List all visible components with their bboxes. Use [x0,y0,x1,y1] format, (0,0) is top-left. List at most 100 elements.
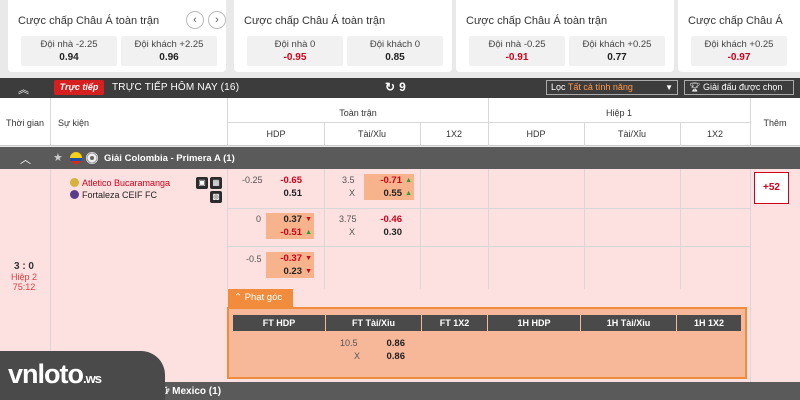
divider [227,208,750,209]
divider [420,122,421,146]
selected-leagues-button[interactable]: 🏆︎ Giải đấu được chọn [684,80,794,95]
card-title: Cược chấp Châu Á [688,15,783,27]
league-logo-icon [86,152,98,164]
home-odds-button[interactable]: Đội nhà 0 -0.95 [247,36,343,66]
odds-value: 0.37 [283,214,303,225]
odds-value: -0.46 [380,214,402,225]
divider [227,122,750,123]
corners-panel: FT HDP FT Tài/Xỉu FT 1X2 1H HDP 1H Tài/X… [227,307,747,379]
hdp-away-odds[interactable]: 0.51 [266,187,314,200]
live-header-bar: ︽ Trực tiếp TRỰC TIẾP HÔM NAY (16) ↻ 9 Lọ… [0,78,800,98]
home-odds-button[interactable]: Đội nhà -2.25 0.94 [21,36,117,66]
ou-under-odds[interactable]: 0.30 [366,226,414,239]
odds-card[interactable]: Cược chấp Châu Á toàn trận Đội nhà -0.25… [456,0,674,72]
odds-label: Đội khách +0.25 [704,39,774,50]
odds-card[interactable]: Cược chấp Châu Á toàn trận Đội nhà 0 -0.… [234,0,452,72]
divider [50,98,51,146]
away-team[interactable]: Fortaleza CEIF FC [70,190,157,200]
home-team[interactable]: Atletico Bucaramanga [70,178,170,188]
hdp-home-odds[interactable]: -0.37 ▼ [266,252,314,265]
odds-value: -0.65 [280,175,302,186]
next-arrow-icon[interactable]: › [208,11,226,29]
odds-value: 0.23 [283,266,303,277]
odds-value: 0.55 [383,188,403,199]
filter-dropdown[interactable]: Lọc Tất cả tính năng ▼ [546,80,678,95]
more-markets-button[interactable]: +52 [754,172,789,204]
home-odds-button[interactable]: Đội khách +0.25 -0.97 [691,36,787,66]
odds-value: 0.77 [607,52,627,63]
chevron-up-icon[interactable]: ︿ [20,151,31,167]
match-status: 3 : 0 Hiệp 2 75:12 [0,261,48,292]
odds-value: -0.37 [280,253,302,264]
odds-card[interactable]: Cược chấp Châu Á Đội khách +0.25 -0.97 [678,0,800,72]
live-stream-icon[interactable]: ▣ [196,177,208,189]
header-more: Thêm [763,118,787,128]
watermark-logo: vnloto.ws [0,351,165,400]
corners-tab[interactable]: ⌃ Phạt góc [228,289,293,307]
home-team-name: Atletico Bucaramanga [82,178,171,188]
ou-over-odds[interactable]: -0.46 [366,213,414,226]
colombia-flag-icon [70,152,82,164]
corner-ou-line: 10.5 [340,338,358,348]
odds-value: -0.91 [505,52,529,63]
away-team-name: Fortaleza CEIF FC [82,190,158,200]
collapse-up-icon[interactable]: ︽ [18,81,29,97]
arrow-up-icon: ▲ [305,229,312,236]
away-odds-button[interactable]: Đội khách 0 0.85 [347,36,443,66]
favorite-star-icon[interactable]: ★ [53,151,63,164]
hdp-away-odds[interactable]: -0.51 ▲ [266,226,314,239]
away-odds-button[interactable]: Đội khách +0.25 0.77 [569,36,665,66]
hdp-line: 0 [256,214,262,224]
hdp-away-odds[interactable]: 0.23 ▼ [266,265,314,278]
hdp-home-odds[interactable]: 0.37 ▼ [266,213,314,226]
refresh-count: 9 [399,80,406,94]
corner-ou-x-label: X [354,351,361,361]
card-title: Cược chấp Châu Á toàn trận [18,15,160,27]
odds-card[interactable]: Cược chấp Châu Á toàn trận ‹ › Đội nhà -… [8,0,226,72]
ou-over-odds[interactable]: -0.71 ▲ [364,174,414,187]
card-title: Cược chấp Châu Á toàn trận [466,15,608,27]
league-name: nữ Mexico (1) [156,386,222,397]
divider [227,169,228,289]
refresh-button[interactable]: ↻ 9 [385,80,406,94]
home-team-logo-icon [70,178,79,187]
ou-x-label: X [349,227,356,237]
odds-label: Đội nhà -2.25 [40,39,98,50]
header-ft-1x2: 1X2 [445,129,462,139]
odds-value: 0.85 [385,52,405,63]
ou-line: 3.75 [339,214,357,224]
home-odds-button[interactable]: Đội nhà -0.25 -0.91 [469,36,565,66]
odds-value: -0.97 [727,52,751,63]
divider [420,169,421,289]
field-view-icon[interactable]: ▩ [210,191,222,203]
hdp-line: -0.25 [242,175,263,185]
header-full-match: Toàn trận [339,108,377,118]
odds-value: -0.51 [280,227,302,238]
divider [750,98,751,146]
prev-arrow-icon[interactable]: ‹ [186,11,204,29]
stats-icon[interactable]: ▦ [210,177,222,189]
card-title: Cược chấp Châu Á toàn trận [244,15,386,27]
corner-ou-over-odds[interactable]: 0.86 [369,337,409,350]
odds-value: 0.51 [283,188,303,199]
odds-value: 0.94 [59,52,79,63]
corner-header-1h-1x2: 1H 1X2 [677,315,741,331]
odds-value: 0.96 [159,52,179,63]
odds-cards-strip: Cược chấp Châu Á toàn trận ‹ › Đội nhà -… [0,0,800,78]
divider [680,122,681,146]
arrow-up-icon: ▲ [405,190,412,197]
odds-label: Đội khách +2.25 [134,39,204,50]
match-score: 3 : 0 [13,261,34,272]
away-odds-button[interactable]: Đội khách +2.25 0.96 [121,36,217,66]
hdp-home-odds[interactable]: -0.65 [266,174,314,187]
corner-header-ft-hdp: FT HDP [233,315,325,331]
header-ft-hdp: HDP [266,129,286,139]
ou-under-odds[interactable]: 0.55 ▲ [364,187,414,200]
league-row[interactable]: ︿ ★ Giải Colombia - Primera A (1) [0,147,800,169]
corner-header-1h-hdp: 1H HDP [488,315,580,331]
corners-tab-label: Phạt góc [244,292,283,303]
divider [750,169,751,382]
ou-x-label: X [349,188,356,198]
divider [227,246,750,247]
corner-ou-under-odds[interactable]: 0.86 [369,350,409,363]
